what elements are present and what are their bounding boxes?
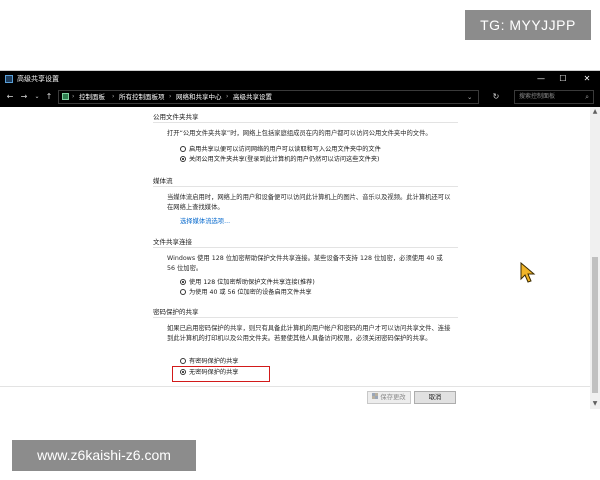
recent-locations-button[interactable]: ⌄	[31, 90, 43, 103]
cancel-button[interactable]: 取消	[414, 391, 456, 404]
close-button[interactable]: ✕	[576, 71, 598, 87]
breadcrumb-item-control-panel[interactable]: 控制面板	[79, 91, 105, 103]
maximize-button[interactable]: ☐	[552, 71, 574, 87]
section-media-streaming: 媒体流 当媒体流启用时，网络上的用户和设备便可以访问此计算机上的图片、音乐以及视…	[153, 176, 458, 232]
site-watermark: www.z6kaishi-z6.com	[12, 440, 196, 471]
radio-public-disable[interactable]	[180, 156, 186, 162]
back-button[interactable]: ←	[4, 90, 16, 103]
scroll-down-icon[interactable]: ▼	[590, 399, 600, 409]
section-file-sharing: 文件共享连接 Windows 使用 128 位加密帮助保护文件共享连接。某些设备…	[153, 237, 458, 303]
breadcrumb-sep-0: ›	[72, 93, 75, 100]
media-streaming-options-link[interactable]: 选择媒体流选项...	[180, 217, 230, 227]
radio-row-128bit[interactable]: 使用 128 位加密帮助保护文件共享连接(推荐)	[180, 278, 315, 288]
section-desc-file-sharing: Windows 使用 128 位加密帮助保护文件共享连接。某些设备不支持 128…	[167, 255, 443, 272]
search-input[interactable]: 搜索控制面板 ⌕	[514, 90, 594, 104]
breadcrumb-sep-1: ›	[112, 93, 115, 100]
address-dropdown-icon[interactable]: ⌄	[467, 91, 472, 103]
uac-shield-icon	[372, 393, 379, 399]
radio-row-public-disable[interactable]: 关闭公用文件夹共享(登录到此计算机的用户仍然可以访问这些文件夹)	[180, 155, 379, 165]
radio-label: 有密码保护的共享	[189, 358, 239, 365]
breadcrumb-sep-3: ›	[226, 93, 229, 100]
radio-public-enable[interactable]	[180, 146, 186, 152]
titlebar: 高级共享设置 — ☐ ✕	[0, 71, 600, 87]
radio-password-on[interactable]	[180, 358, 186, 364]
radio-label: 使用 128 位加密帮助保护文件共享连接(推荐)	[189, 279, 315, 286]
breadcrumb-item-all-items[interactable]: 所有控制面板项	[119, 91, 165, 103]
save-changes-button[interactable]: 保存更改	[367, 391, 411, 404]
tg-badge: TG: MYYJJPP	[465, 10, 591, 40]
section-title-password-sharing: 密码保护的共享	[153, 307, 458, 318]
window-app-icon	[5, 75, 13, 83]
save-changes-label: 保存更改	[380, 394, 406, 401]
section-title-public-folder: 公用文件夹共享	[153, 112, 458, 123]
breadcrumb-sep-2: ›	[169, 93, 172, 100]
radio-label: 关闭公用文件夹共享(登录到此计算机的用户仍然可以访问这些文件夹)	[189, 156, 380, 163]
window-title: 高级共享设置	[17, 75, 59, 83]
radio-row-public-enable[interactable]: 启用共享以便可以访问网络的用户可以读取和写入公用文件夹中的文件	[180, 145, 381, 155]
search-placeholder: 搜索控制面板	[519, 93, 556, 100]
minimize-button[interactable]: —	[530, 71, 552, 87]
address-box[interactable]: › 控制面板 › 所有控制面板项 › 网络和共享中心 › 高级共享设置 ⌄	[58, 90, 479, 104]
radio-128bit[interactable]	[180, 279, 186, 285]
breadcrumb-item-advanced-sharing[interactable]: 高级共享设置	[233, 91, 272, 103]
radio-label: 为使用 40 或 56 位加密的设备启用文件共享	[189, 289, 312, 296]
control-panel-icon	[62, 93, 69, 100]
scroll-up-icon[interactable]: ▲	[590, 107, 600, 117]
section-desc-password-sharing: 如果已启用密码保护的共享，则只有具备此计算机的用户帐户和密码的用户才可以访问共享…	[167, 325, 451, 342]
radio-label: 启用共享以便可以访问网络的用户可以读取和写入公用文件夹中的文件	[189, 146, 381, 153]
section-desc-media-streaming: 当媒体流启用时，网络上的用户和设备便可以访问此计算机上的图片、音乐以及视频。此计…	[167, 194, 451, 211]
highlight-annotation-box	[172, 366, 270, 382]
breadcrumb-item-network-center[interactable]: 网络和共享中心	[176, 91, 222, 103]
up-button[interactable]: ↑	[43, 90, 55, 103]
forward-button[interactable]: →	[18, 90, 30, 103]
vertical-scrollbar[interactable]: ▲ ▼	[590, 107, 600, 409]
radio-row-40-56bit[interactable]: 为使用 40 或 56 位加密的设备启用文件共享	[180, 288, 312, 298]
scroll-thumb[interactable]	[592, 257, 598, 393]
section-title-file-sharing: 文件共享连接	[153, 237, 458, 248]
footer-bar: 保存更改 取消	[0, 386, 590, 408]
radio-40-56bit[interactable]	[180, 289, 186, 295]
section-desc-public-folder: 打开“公用文件夹共享”时，网络上包括家庭组成员在内的用户都可以访问公用文件夹中的…	[167, 130, 432, 137]
section-title-media-streaming: 媒体流	[153, 176, 458, 187]
refresh-button[interactable]: ↻	[484, 90, 508, 104]
section-public-folder: 公用文件夹共享 打开“公用文件夹共享”时，网络上包括家庭组成员在内的用户都可以访…	[153, 112, 458, 172]
search-icon: ⌕	[585, 93, 589, 101]
mouse-cursor-icon	[520, 262, 536, 283]
address-bar: ← → ⌄ ↑ › 控制面板 › 所有控制面板项 › 网络和共享中心 › 高级共…	[0, 87, 600, 107]
